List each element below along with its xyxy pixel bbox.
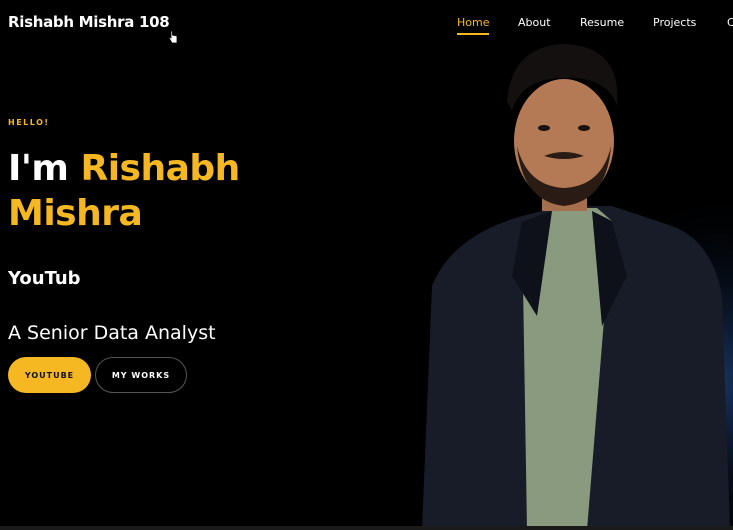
nav-home[interactable]: Home xyxy=(457,16,490,35)
hero-last-name: Mishra xyxy=(8,193,143,234)
hero-heading: I'm Rishabh Mishra xyxy=(8,146,240,236)
role-text: A Senior Data Analyst xyxy=(8,322,216,344)
site-logo[interactable]: Rishabh Mishra 108 xyxy=(8,13,170,31)
typing-subtitle: YouTub xyxy=(8,268,81,289)
youtube-button[interactable]: YOUTUBE xyxy=(8,357,91,393)
my-works-button[interactable]: MY WORKS xyxy=(95,357,187,393)
nav-about[interactable]: About xyxy=(518,16,551,29)
hero-first-name: Rishabh xyxy=(80,148,240,189)
hero-intro: I'm xyxy=(8,148,69,189)
hand-pointer-icon xyxy=(168,30,178,44)
nav-resume[interactable]: Resume xyxy=(580,16,624,29)
profile-photo xyxy=(412,36,733,530)
bottom-bar xyxy=(0,526,733,530)
nav-contact[interactable]: C xyxy=(727,16,733,29)
main-nav: Home About Resume Projects C xyxy=(457,16,733,38)
greeting: HELLO! xyxy=(8,118,50,127)
nav-projects[interactable]: Projects xyxy=(653,16,696,29)
